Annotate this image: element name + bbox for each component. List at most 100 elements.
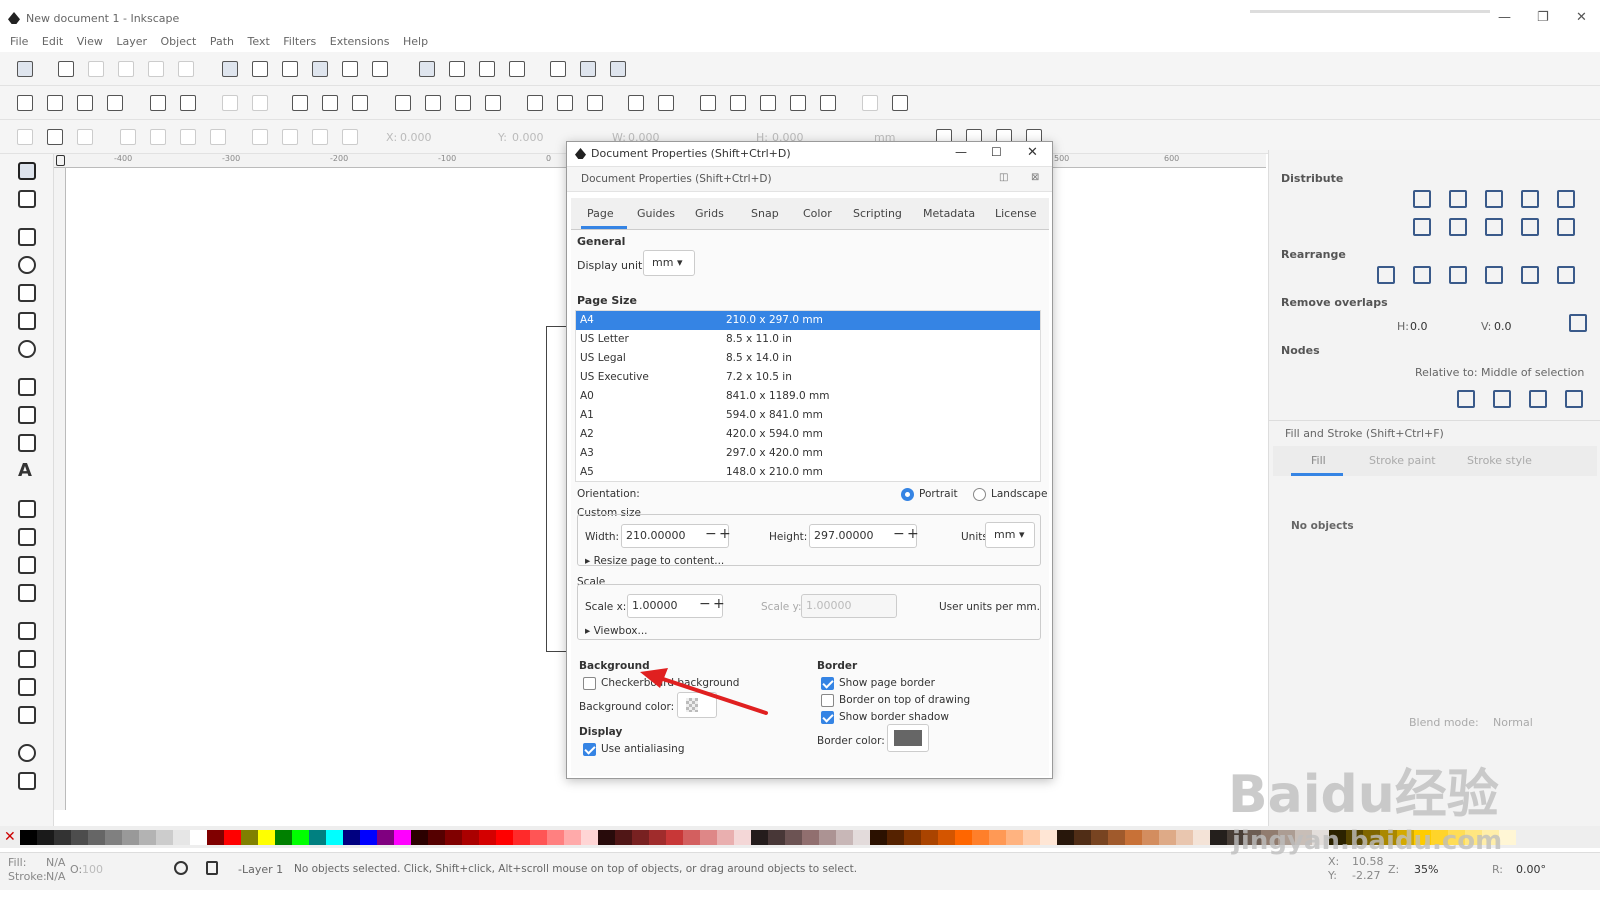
color-swatch[interactable] (513, 830, 530, 845)
eraser-tool-icon[interactable] (18, 678, 36, 696)
color-swatch[interactable] (1142, 830, 1159, 845)
list-item[interactable]: A3 297.0 x 420.0 mm (576, 444, 1040, 463)
landscape-radio[interactable] (973, 488, 986, 501)
color-swatch[interactable] (581, 830, 598, 845)
lower-icon[interactable] (312, 129, 328, 145)
tweak-tool-icon[interactable] (18, 622, 36, 640)
color-swatch[interactable] (122, 830, 139, 845)
spiral-tool-icon[interactable] (18, 340, 36, 358)
v-gap-field[interactable]: 0.0 (1494, 320, 1512, 333)
restore-icon[interactable]: ❐ (1537, 10, 1549, 25)
color-swatch[interactable] (105, 830, 122, 845)
text-tool-icon[interactable]: A (18, 462, 36, 480)
color-swatch[interactable] (870, 830, 887, 845)
color-swatch[interactable] (751, 830, 768, 845)
height-increment-icon[interactable]: + (907, 526, 919, 542)
color-swatch[interactable] (190, 830, 207, 845)
snap-center-icon[interactable] (178, 61, 194, 77)
color-swatch[interactable] (1176, 830, 1193, 845)
portrait-radio[interactable] (901, 488, 914, 501)
import-icon[interactable] (150, 95, 166, 111)
snap-object-center-icon[interactable] (449, 61, 465, 77)
color-swatch[interactable] (292, 830, 309, 845)
color-swatch[interactable] (445, 830, 462, 845)
menu-edit[interactable]: Edit (42, 32, 63, 52)
display-units-dropdown[interactable]: mm ▾ (643, 250, 695, 276)
deselect-icon[interactable] (77, 129, 93, 145)
menu-layer[interactable]: Layer (116, 32, 147, 52)
distribute-top-icon[interactable] (1413, 218, 1431, 236)
minimize-icon[interactable]: — (1498, 10, 1511, 25)
ellipse-tool-icon[interactable] (18, 256, 36, 274)
distribute-nodes-h-icon[interactable] (1529, 390, 1547, 408)
menu-file[interactable]: File (10, 32, 28, 52)
snap-edges-icon[interactable] (88, 61, 104, 77)
copy-icon[interactable] (292, 95, 308, 111)
tab-grids[interactable]: Grids (695, 207, 724, 220)
color-swatch[interactable] (734, 830, 751, 845)
border-color-button[interactable] (887, 724, 929, 752)
group-icon[interactable] (628, 95, 644, 111)
stroke-style-tab[interactable]: Stroke style (1467, 454, 1532, 467)
antialiasing-checkbox[interactable] (583, 743, 596, 756)
menu-help[interactable]: Help (403, 32, 428, 52)
distribute-baseline-v-icon[interactable] (1557, 218, 1575, 236)
color-swatch[interactable] (139, 830, 156, 845)
zoom-page-icon[interactable] (455, 95, 471, 111)
color-swatch[interactable] (411, 830, 428, 845)
document-properties-icon[interactable] (862, 95, 878, 111)
menu-path[interactable]: Path (210, 32, 234, 52)
color-swatch[interactable] (343, 830, 360, 845)
align-distribute-icon[interactable] (820, 95, 836, 111)
color-swatch[interactable] (972, 830, 989, 845)
color-swatch[interactable] (700, 830, 717, 845)
tab-guides[interactable]: Guides (637, 207, 675, 220)
viewbox-expander[interactable]: ▸ Viewbox... (585, 625, 648, 637)
color-swatch[interactable] (156, 830, 173, 845)
color-swatch[interactable] (819, 830, 836, 845)
layers-icon[interactable] (760, 95, 776, 111)
tab-metadata[interactable]: Metadata (923, 207, 975, 220)
color-swatch[interactable] (547, 830, 564, 845)
tab-snap[interactable]: Snap (751, 207, 779, 220)
layer-dropdown[interactable]: -Layer 1 (238, 863, 283, 876)
color-swatch[interactable] (785, 830, 802, 845)
list-item[interactable]: A2 420.0 x 594.0 mm (576, 425, 1040, 444)
color-swatch[interactable] (938, 830, 955, 845)
color-swatch[interactable] (649, 830, 666, 845)
flip-horizontal-icon[interactable] (180, 129, 196, 145)
no-paint-icon[interactable]: ✕ (4, 830, 18, 845)
distribute-gaps-h-icon[interactable] (1521, 190, 1539, 208)
color-swatch[interactable] (428, 830, 445, 845)
fill-tab[interactable]: Fill (1311, 454, 1326, 467)
color-swatch[interactable] (1159, 830, 1176, 845)
cut-icon[interactable] (322, 95, 338, 111)
randomize-icon[interactable] (1521, 266, 1539, 284)
snap-cusp-icon[interactable] (312, 61, 328, 77)
color-swatch[interactable] (258, 830, 275, 845)
zoom-width-icon[interactable] (485, 95, 501, 111)
color-swatch[interactable] (717, 830, 734, 845)
preferences-icon[interactable] (892, 95, 908, 111)
layer-visibility-icon[interactable] (174, 861, 188, 875)
zoom-drawing-icon[interactable] (425, 95, 441, 111)
color-swatch[interactable] (1006, 830, 1023, 845)
list-item[interactable]: A4 210.0 x 297.0 mm (576, 311, 1040, 330)
units-dropdown[interactable]: mm ▾ (985, 522, 1035, 548)
3d-box-tool-icon[interactable] (18, 312, 36, 330)
color-swatch[interactable] (1091, 830, 1108, 845)
raise-top-icon[interactable] (252, 129, 268, 145)
color-swatch[interactable] (955, 830, 972, 845)
color-swatch[interactable] (921, 830, 938, 845)
xml-editor-icon[interactable] (790, 95, 806, 111)
dock-close-icon[interactable]: ⊠ (1031, 172, 1039, 183)
color-swatch[interactable] (1074, 830, 1091, 845)
measure-tool-icon[interactable] (18, 772, 36, 790)
distribute-right-icon[interactable] (1485, 190, 1503, 208)
spray-tool-icon[interactable] (18, 650, 36, 668)
rectangle-tool-icon[interactable] (18, 228, 36, 246)
align-nodes-h-icon[interactable] (1457, 390, 1475, 408)
close-icon[interactable]: ✕ (1576, 10, 1587, 25)
border-shadow-checkbox[interactable] (821, 711, 834, 724)
color-swatch[interactable] (1108, 830, 1125, 845)
